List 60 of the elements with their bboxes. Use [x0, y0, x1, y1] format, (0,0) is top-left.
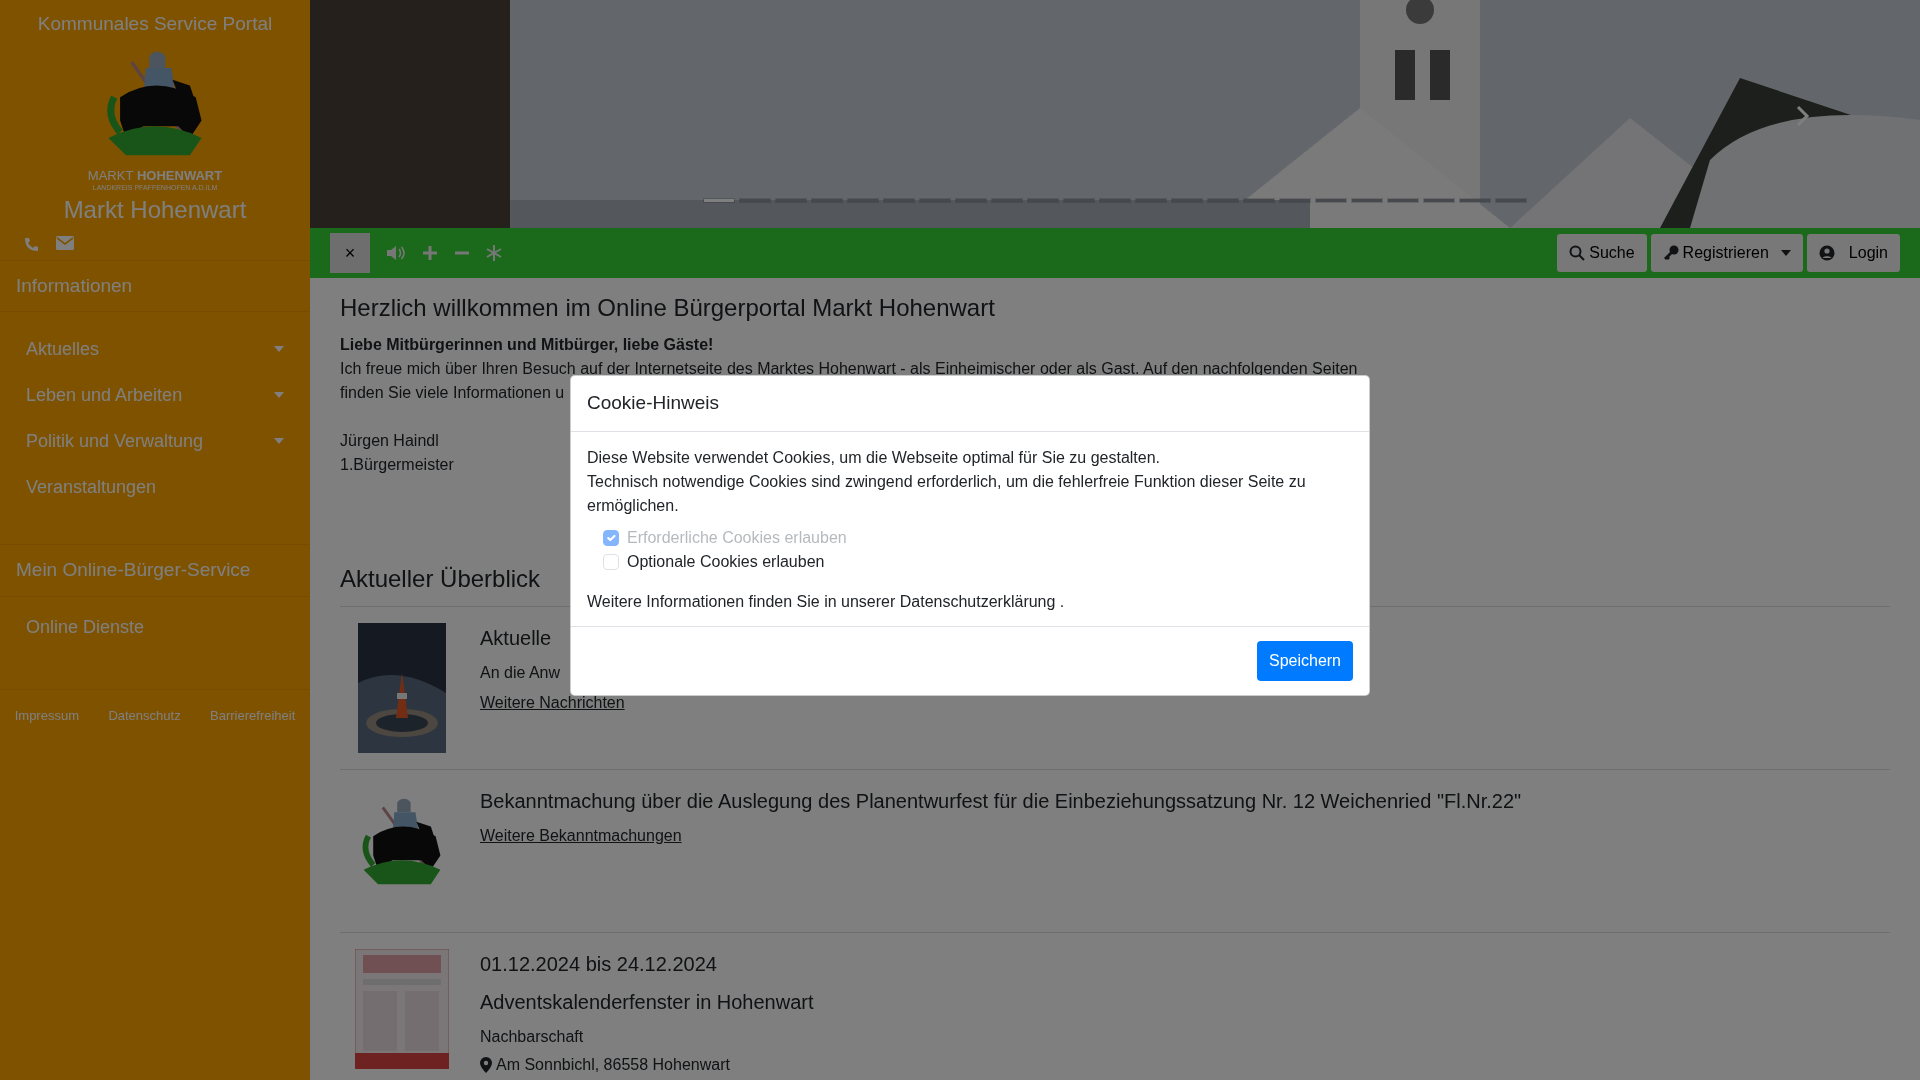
save-button[interactable]: Speichern — [1256, 640, 1353, 681]
menu-item[interactable]: Politik und Verwaltung — [0, 418, 310, 464]
dialog-text: Diese Website verwendet Cookies, um die Webseite optimal für Sie zu gestalten. — [587, 447, 1162, 468]
section-heading: Aktueller Überblick — [340, 564, 541, 594]
carousel-indicator[interactable] — [1388, 199, 1418, 202]
greeting-text: Liebe Mitbürgerinnen und Mitbürger, liebe Gäste! — [340, 334, 714, 355]
carousel-indicator[interactable] — [1352, 199, 1382, 202]
section-heading: Informationen — [0, 259, 310, 312]
footer-link[interactable]: Impressum — [14, 705, 79, 725]
menu-item[interactable]: Leben und Arbeiten — [0, 372, 310, 418]
menu-item[interactable]: Aktuelles — [0, 326, 310, 372]
paragraph-text: finden Sie viele Informationen u — [340, 382, 565, 403]
caret-icon[interactable] — [274, 392, 284, 398]
more-link[interactable]: Weitere Nachrichten — [480, 690, 625, 715]
caret-icon[interactable] — [274, 346, 284, 352]
signature-text: 1.Bürgermeister — [340, 454, 454, 475]
snowflake-icon[interactable] — [486, 245, 502, 261]
dialog-title: Cookie-Hinweis — [571, 376, 1369, 432]
menu-item[interactable]: Online Dienste — [0, 604, 310, 651]
news-text: An die Anw — [480, 662, 561, 683]
speaker-icon[interactable] — [386, 244, 406, 262]
search-icon — [1569, 245, 1586, 261]
checkbox-label: Optionale Cookies erlauben — [627, 551, 825, 572]
portal-title: Kommunales Service Portal — [36, 12, 274, 36]
paragraph-text: Ich freue mich über Ihren Besuch auf der Internetseite des Marktes Hohenwart - als Einheimischer oder als Gast. Auf den nachfolgenden Seiten — [340, 358, 1358, 379]
checkbox[interactable] — [603, 553, 619, 570]
plus-icon[interactable] — [422, 245, 438, 261]
checkbox-label: Erforderliche Cookies erlauben — [627, 527, 847, 548]
more-link[interactable]: Weitere Bekanntmachungen — [480, 823, 682, 848]
mail-icon[interactable] — [56, 235, 74, 250]
info-text: Weitere Informationen finden Sie in unserer Datenschutzerklärung . — [587, 591, 1066, 612]
dialog-text: Technisch notwendige Cookies sind zwingend erforderlich, um die fehlerfreie Funktion dieser Seite zu ermöglichen. — [587, 471, 1307, 516]
carousel-indicator[interactable] — [1280, 199, 1310, 202]
event-date: 01.12.2024 bis 24.12.2024 — [480, 951, 717, 977]
news-title: Aktuelle — [480, 625, 552, 651]
section-heading: Mein Online-Bürger-Service — [0, 544, 310, 597]
page-heading: Herzlich willkommen im Online Bürgerportal Markt Hohenwart — [340, 294, 995, 323]
carousel-indicator[interactable] — [1460, 199, 1490, 202]
toolbar-button[interactable]: Suche — [1557, 234, 1647, 272]
footer-link[interactable]: Barrierefreiheit — [210, 705, 296, 725]
key-icon — [1662, 245, 1679, 261]
signature-text: Jürgen Haindl — [340, 430, 439, 451]
town-name: Markt Hohenwart — [62, 194, 248, 225]
toolbar-button[interactable]: Login — [1806, 234, 1900, 272]
location-text: Am Sonnbichl, 86558 Hohenwart — [496, 1054, 730, 1075]
news-title: Bekanntmachung über die Auslegung des Planentwurfest für die Einbeziehungssatzung Nr. 12 Weichenried "Fl.Nr.22" — [480, 788, 1522, 814]
close-button[interactable]: × — [330, 233, 370, 273]
menu-item[interactable]: Veranstaltungen — [0, 464, 310, 510]
carousel-indicator[interactable] — [1316, 199, 1346, 202]
organizer-text: Nachbarschaft — [480, 1026, 584, 1047]
carousel-indicator[interactable] — [1424, 199, 1454, 202]
phone-icon[interactable] — [24, 235, 40, 252]
event-title: Adventskalenderfenster in Hohenwart — [480, 989, 814, 1015]
user-icon — [1818, 245, 1835, 261]
carousel-indicator[interactable] — [1244, 199, 1274, 202]
toolbar-button[interactable]: Registrieren — [1650, 234, 1803, 272]
footer-link[interactable]: Datenschutz — [108, 705, 181, 725]
caret-icon[interactable] — [274, 438, 284, 444]
location-pin-icon — [480, 1056, 492, 1073]
logo-text: MARKT HOHENWART — [87, 168, 223, 183]
